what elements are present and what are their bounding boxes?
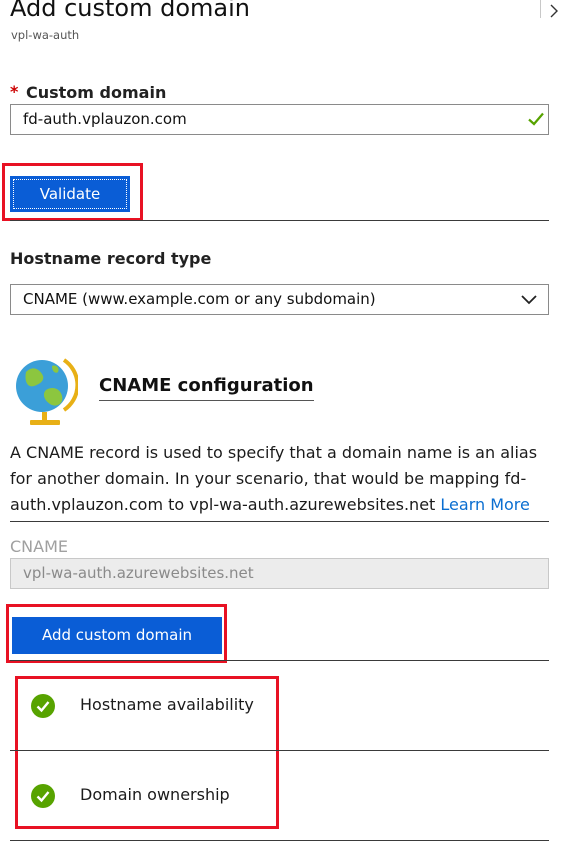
hostname-record-type-label: Hostname record type [10,249,212,268]
hostname-availability-label: Hostname availability [80,695,254,714]
chevron-down-icon [521,295,537,305]
add-custom-domain-button[interactable]: Add custom domain [12,617,222,654]
validate-button[interactable]: Validate [10,176,130,212]
domain-ownership-label: Domain ownership [80,785,230,804]
custom-domain-input[interactable]: fd-auth.vplauzon.com [10,104,549,135]
checkmark-icon [528,112,544,126]
header-divider [540,0,541,18]
cname-configuration-heading: CNAME configuration [99,375,314,401]
cname-field: vpl-wa-auth.azurewebsites.net [10,558,549,589]
section-divider [10,660,549,661]
section-divider [10,521,549,522]
custom-domain-label: Custom domain [26,83,167,102]
success-check-icon [31,694,55,718]
blade-title: Add custom domain [10,0,250,22]
globe-icon [16,358,78,425]
required-marker: * [10,82,19,101]
success-check-icon [31,784,55,808]
blade-subtitle: vpl-wa-auth [11,28,80,42]
section-divider [10,220,549,221]
section-divider [10,750,549,751]
chevron-right-icon[interactable] [549,4,559,18]
hostname-record-type-select[interactable]: CNAME (www.example.com or any subdomain) [10,284,549,315]
section-divider [10,840,549,841]
select-value: CNAME (www.example.com or any subdomain) [23,290,376,308]
learn-more-link[interactable]: Learn More [440,495,529,514]
cname-label: CNAME [10,537,68,556]
cname-description: A CNAME record is used to specify that a… [10,440,542,518]
